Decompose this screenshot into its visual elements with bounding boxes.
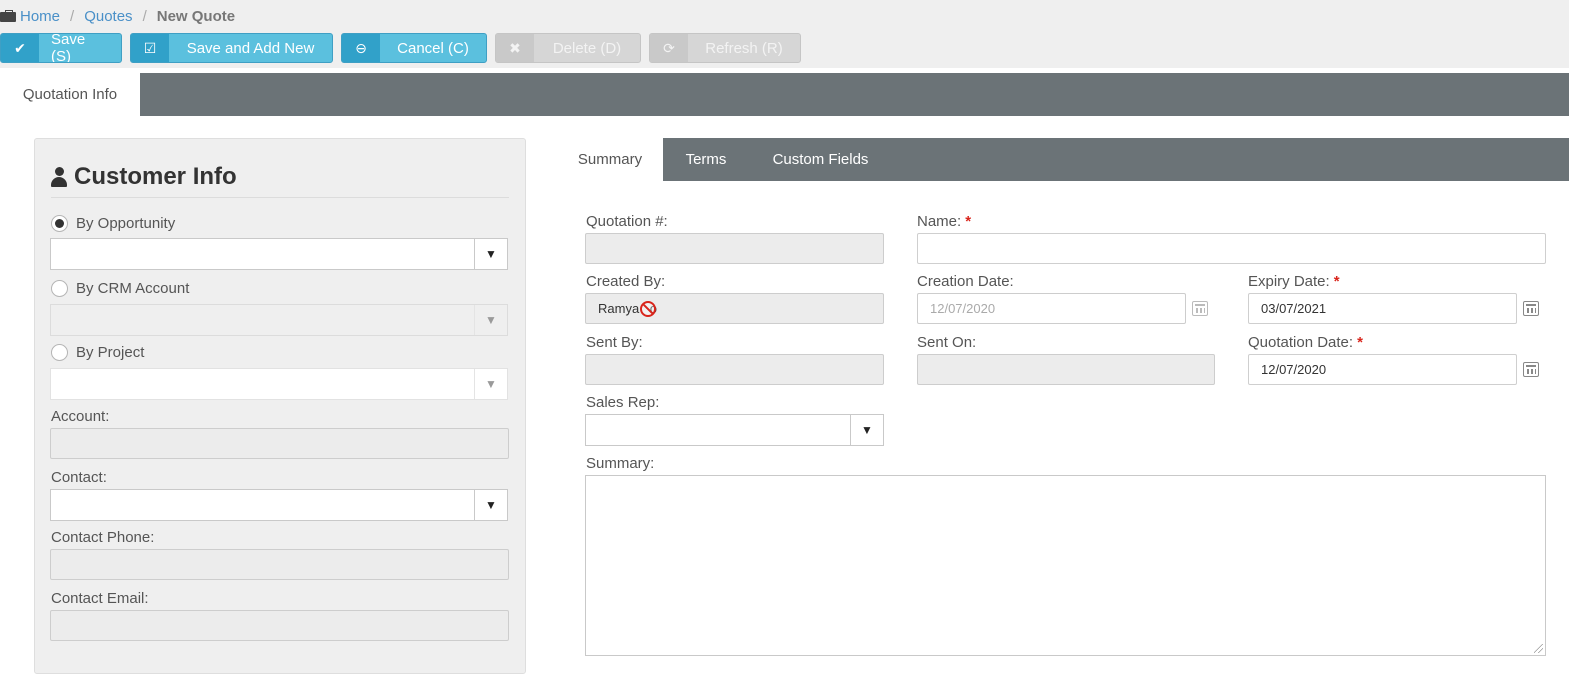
- save-and-add-new-button[interactable]: ☑ Save and Add New: [130, 33, 333, 63]
- sent-on-field: [917, 354, 1215, 385]
- tab-quotation-info[interactable]: Quotation Info: [0, 73, 140, 116]
- contact-label: Contact:: [51, 469, 107, 486]
- sent-on-label: Sent On:: [917, 334, 977, 351]
- expiry-date-label-text: Expiry Date:: [1248, 273, 1330, 290]
- name-input[interactable]: [917, 233, 1546, 264]
- contact-select[interactable]: ▼: [50, 489, 508, 521]
- contact-email-field: [50, 610, 509, 641]
- required-marker: *: [1357, 334, 1363, 351]
- refresh-icon: ⟳: [650, 34, 688, 62]
- by-crm-account-option[interactable]: By CRM Account: [51, 280, 189, 297]
- by-crm-account-label: By CRM Account: [76, 280, 190, 297]
- by-project-option[interactable]: By Project: [51, 344, 144, 361]
- outer-tab-bar: Quotation Info: [0, 73, 1569, 116]
- breadcrumb: Home / Quotes / New Quote: [0, 6, 235, 26]
- project-select[interactable]: ▼: [50, 368, 508, 400]
- account-label: Account:: [51, 408, 110, 425]
- not-allowed-cursor-icon: [639, 300, 656, 317]
- delete-button-label: Delete (D): [552, 39, 622, 57]
- breadcrumb-home-link[interactable]: Home: [20, 8, 60, 25]
- tab-terms[interactable]: Terms: [663, 138, 749, 181]
- customer-info-heading: Customer Info: [51, 163, 509, 198]
- contact-phone-field: [50, 549, 509, 580]
- breadcrumb-current: New Quote: [156, 7, 236, 25]
- quotation-date-label: Quotation Date: *: [1248, 334, 1363, 351]
- minus-circle-icon: ⊖: [342, 34, 380, 62]
- quotation-number-field: [585, 233, 884, 264]
- user-icon: [51, 167, 67, 187]
- sales-rep-select[interactable]: ▼: [585, 414, 884, 446]
- quotation-number-label: Quotation #:: [586, 213, 668, 230]
- save-and-add-new-label: Save and Add New: [186, 39, 315, 57]
- customer-info-panel: Customer Info By Opportunity ▼ By CRM Ac…: [34, 138, 526, 674]
- crm-account-select[interactable]: ▼: [50, 304, 508, 336]
- chevron-down-icon[interactable]: ▼: [850, 415, 883, 445]
- resize-handle-icon[interactable]: [1534, 644, 1543, 653]
- name-label: Name: *: [917, 213, 971, 230]
- contact-email-label: Contact Email:: [51, 590, 149, 607]
- account-field: [50, 428, 509, 459]
- refresh-button[interactable]: ⟳ Refresh (R): [649, 33, 801, 63]
- x-icon: ✖: [496, 34, 534, 62]
- calendar-icon: [1192, 301, 1208, 316]
- chevron-down-icon[interactable]: ▼: [474, 305, 507, 335]
- creation-date-label: Creation Date:: [917, 273, 1014, 290]
- summary-textarea[interactable]: [585, 475, 1546, 656]
- cancel-button-label: Cancel (C): [397, 39, 469, 57]
- chevron-down-icon[interactable]: ▼: [474, 369, 507, 399]
- top-bar: Home / Quotes / New Quote ✔ Save (S) ☑ S…: [0, 0, 1569, 68]
- expiry-date-input[interactable]: 03/07/2021: [1248, 293, 1517, 324]
- customer-info-title: Customer Info: [74, 163, 237, 190]
- by-opportunity-label: By Opportunity: [76, 215, 176, 232]
- chevron-down-icon[interactable]: ▼: [474, 490, 507, 520]
- save-button[interactable]: ✔ Save (S): [0, 33, 122, 63]
- summary-label: Summary:: [586, 455, 655, 472]
- refresh-button-label: Refresh (R): [705, 39, 783, 57]
- breadcrumb-separator: /: [70, 7, 75, 25]
- calendar-icon[interactable]: [1523, 362, 1539, 377]
- tab-summary[interactable]: Summary: [557, 138, 663, 181]
- created-by-label: Created By:: [586, 273, 666, 290]
- save-button-label: Save (S): [51, 33, 86, 63]
- creation-date-field: 12/07/2020: [917, 293, 1186, 324]
- required-marker: *: [1333, 273, 1340, 290]
- sales-rep-label: Sales Rep:: [586, 394, 660, 411]
- checkmark-icon: ✔: [1, 34, 39, 62]
- sent-by-field: [585, 354, 884, 385]
- created-by-value-prefix: Ramya: [598, 301, 643, 316]
- checkbox-icon: ☑: [131, 34, 169, 62]
- delete-button[interactable]: ✖ Delete (D): [495, 33, 641, 63]
- by-crm-account-radio[interactable]: [51, 280, 68, 297]
- tab-custom-fields[interactable]: Custom Fields: [757, 138, 884, 181]
- contact-phone-label: Contact Phone:: [51, 529, 155, 546]
- breadcrumb-quotes-link[interactable]: Quotes: [84, 8, 132, 25]
- breadcrumb-separator: /: [142, 7, 147, 25]
- calendar-icon[interactable]: [1523, 301, 1539, 316]
- chevron-down-icon[interactable]: ▼: [474, 239, 507, 269]
- quotation-date-input[interactable]: 12/07/2020: [1248, 354, 1517, 385]
- opportunity-select[interactable]: ▼: [50, 238, 508, 270]
- cancel-button[interactable]: ⊖ Cancel (C): [341, 33, 487, 63]
- by-project-label: By Project: [76, 344, 145, 361]
- quotation-date-label-text: Quotation Date:: [1248, 334, 1354, 351]
- created-by-field: Ramya o: [585, 293, 884, 324]
- by-opportunity-option[interactable]: By Opportunity: [51, 215, 175, 232]
- by-project-radio[interactable]: [51, 344, 68, 361]
- briefcase-icon: [0, 10, 16, 22]
- inner-tab-bar: Summary Terms Custom Fields: [557, 138, 1569, 181]
- by-opportunity-radio[interactable]: [51, 215, 68, 232]
- expiry-date-label: Expiry Date: *: [1248, 273, 1340, 290]
- sent-by-label: Sent By:: [586, 334, 643, 351]
- name-label-text: Name:: [917, 213, 962, 230]
- required-marker: *: [965, 213, 972, 230]
